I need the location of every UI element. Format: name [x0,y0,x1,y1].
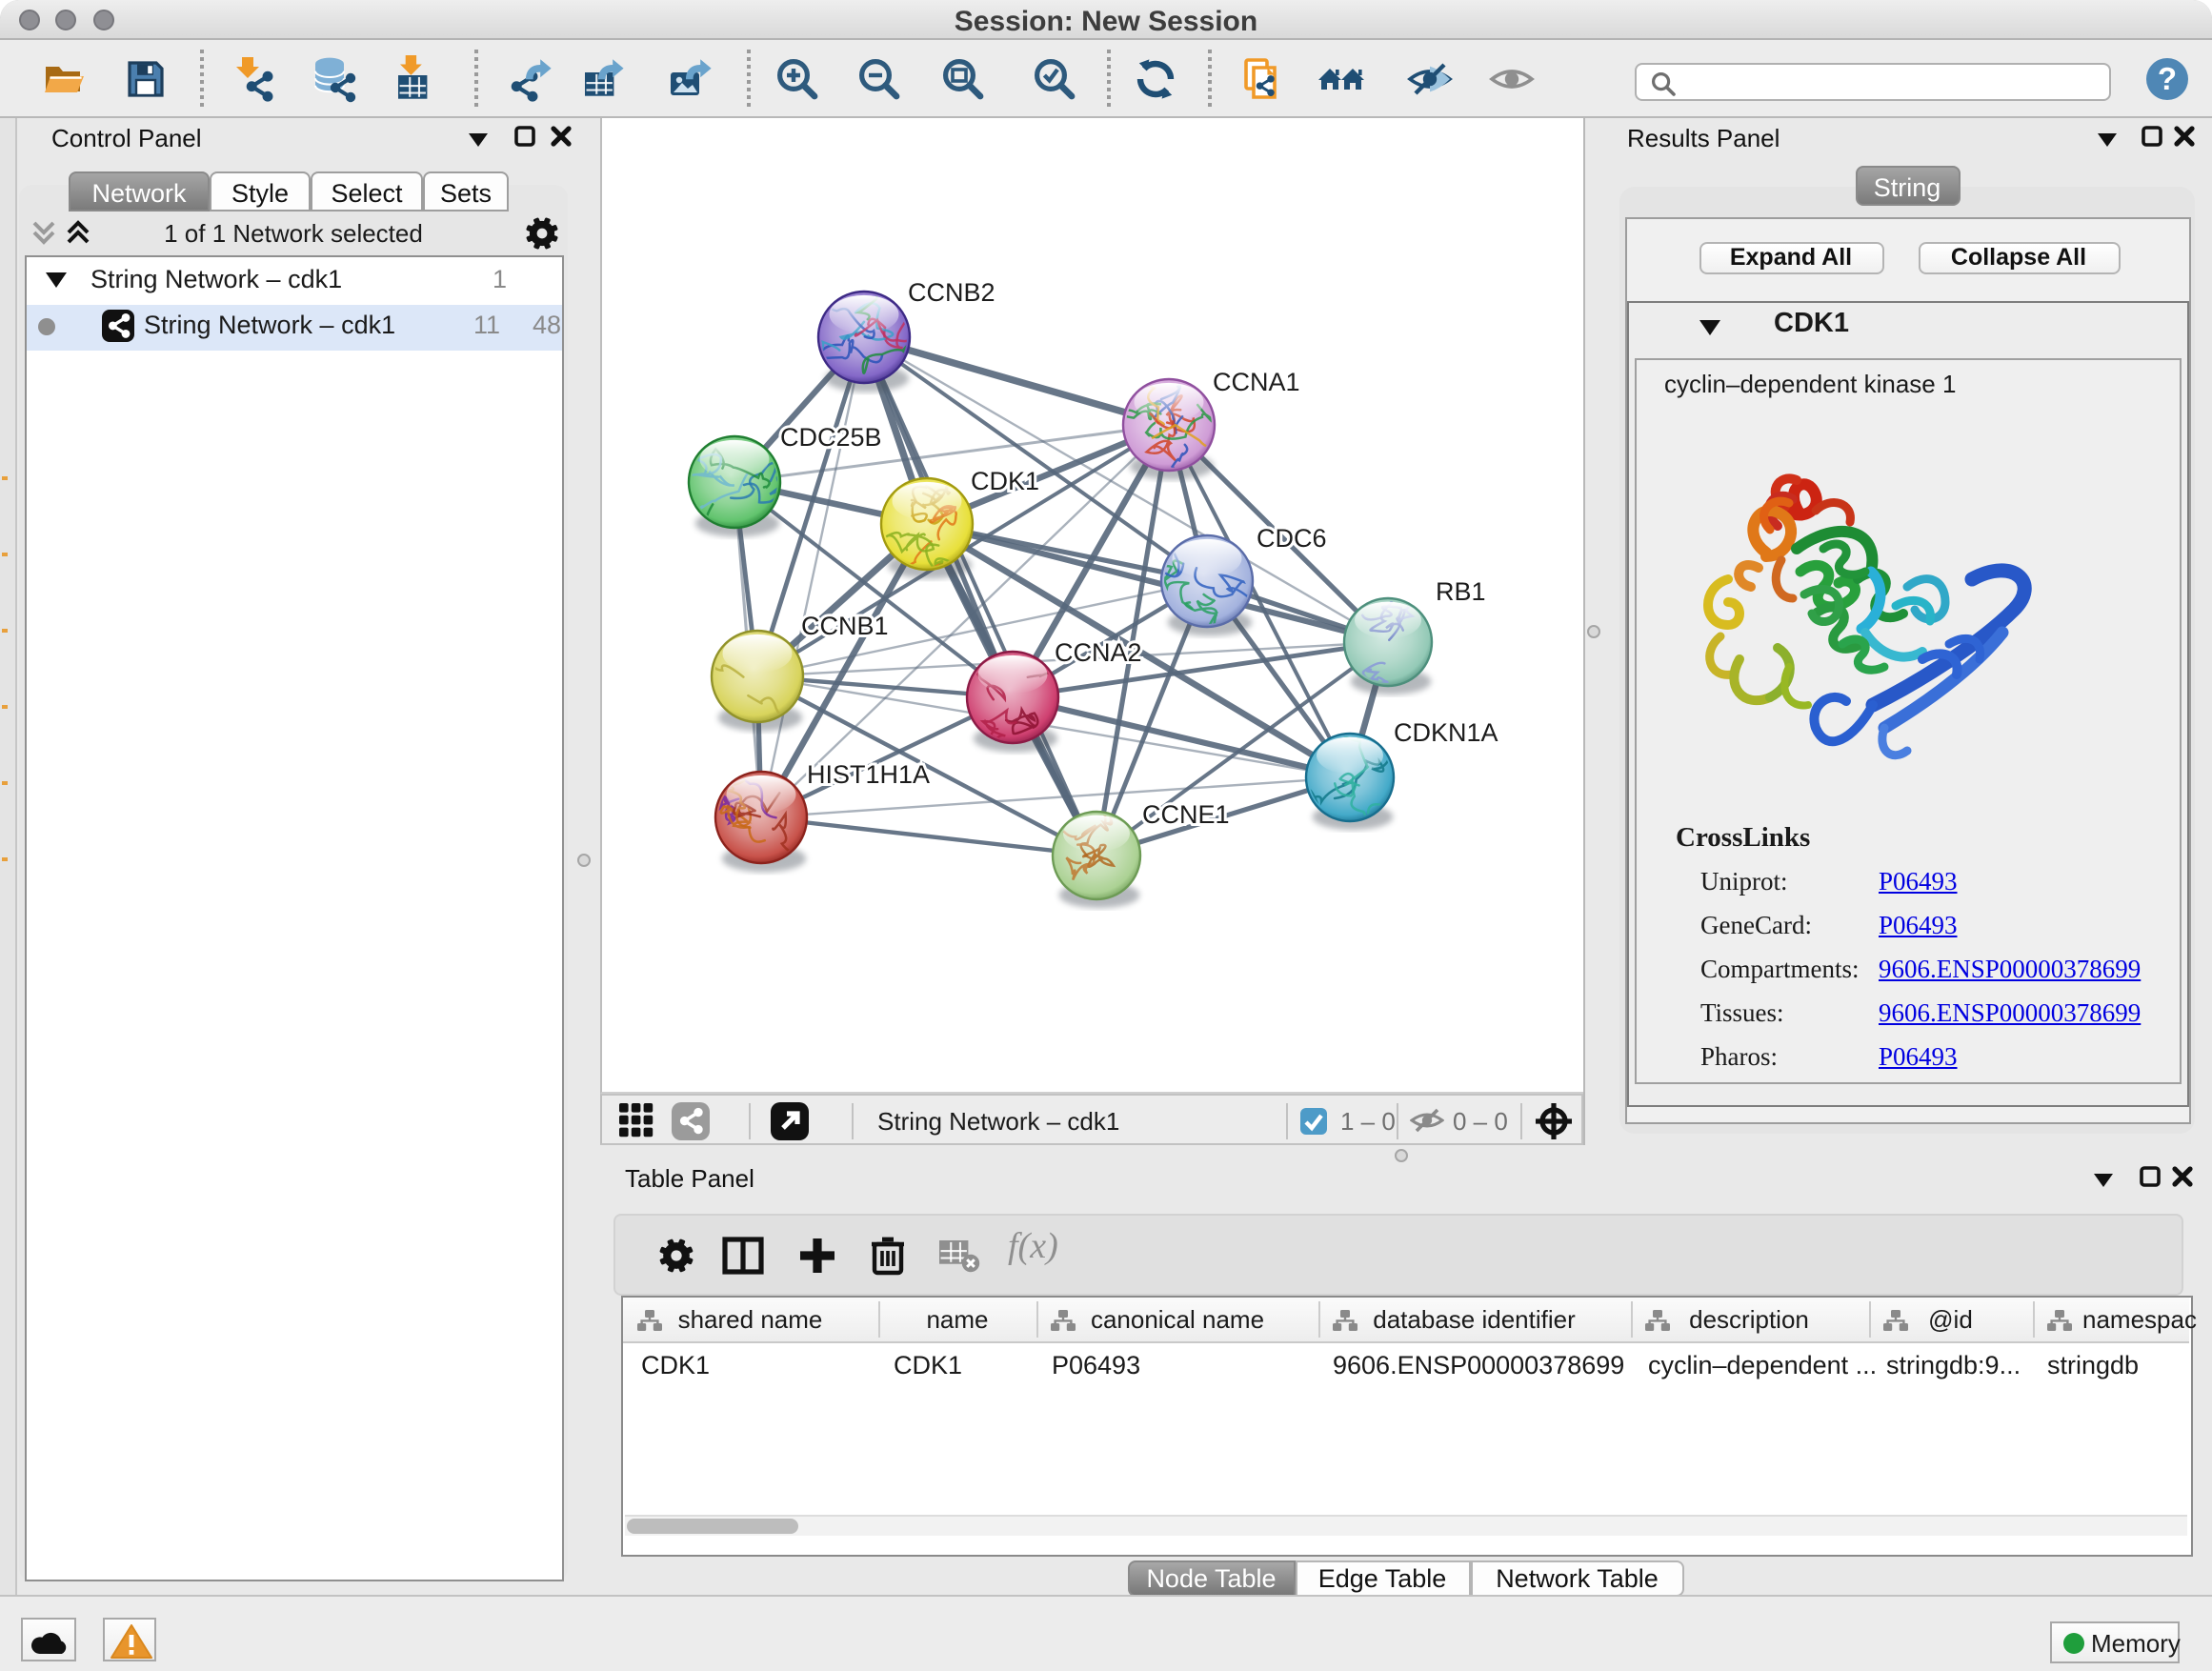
svg-text:CDC25B: CDC25B [779,423,881,452]
svg-text:CDKN1A: CDKN1A [1393,718,1498,747]
svg-text:CCNA2: CCNA2 [1054,638,1141,667]
svg-text:CCNE1: CCNE1 [1141,800,1229,829]
svg-text:CCNA1: CCNA1 [1212,368,1299,396]
svg-text:CDK1: CDK1 [970,467,1038,495]
svg-text:CDC6: CDC6 [1256,524,1326,553]
svg-text:HIST1H1A: HIST1H1A [806,760,929,789]
svg-text:RB1: RB1 [1435,577,1485,606]
svg-text:CCNB1: CCNB1 [800,612,888,640]
svg-text:CCNB2: CCNB2 [907,278,995,307]
svg-text:?: ? [2157,61,2176,96]
